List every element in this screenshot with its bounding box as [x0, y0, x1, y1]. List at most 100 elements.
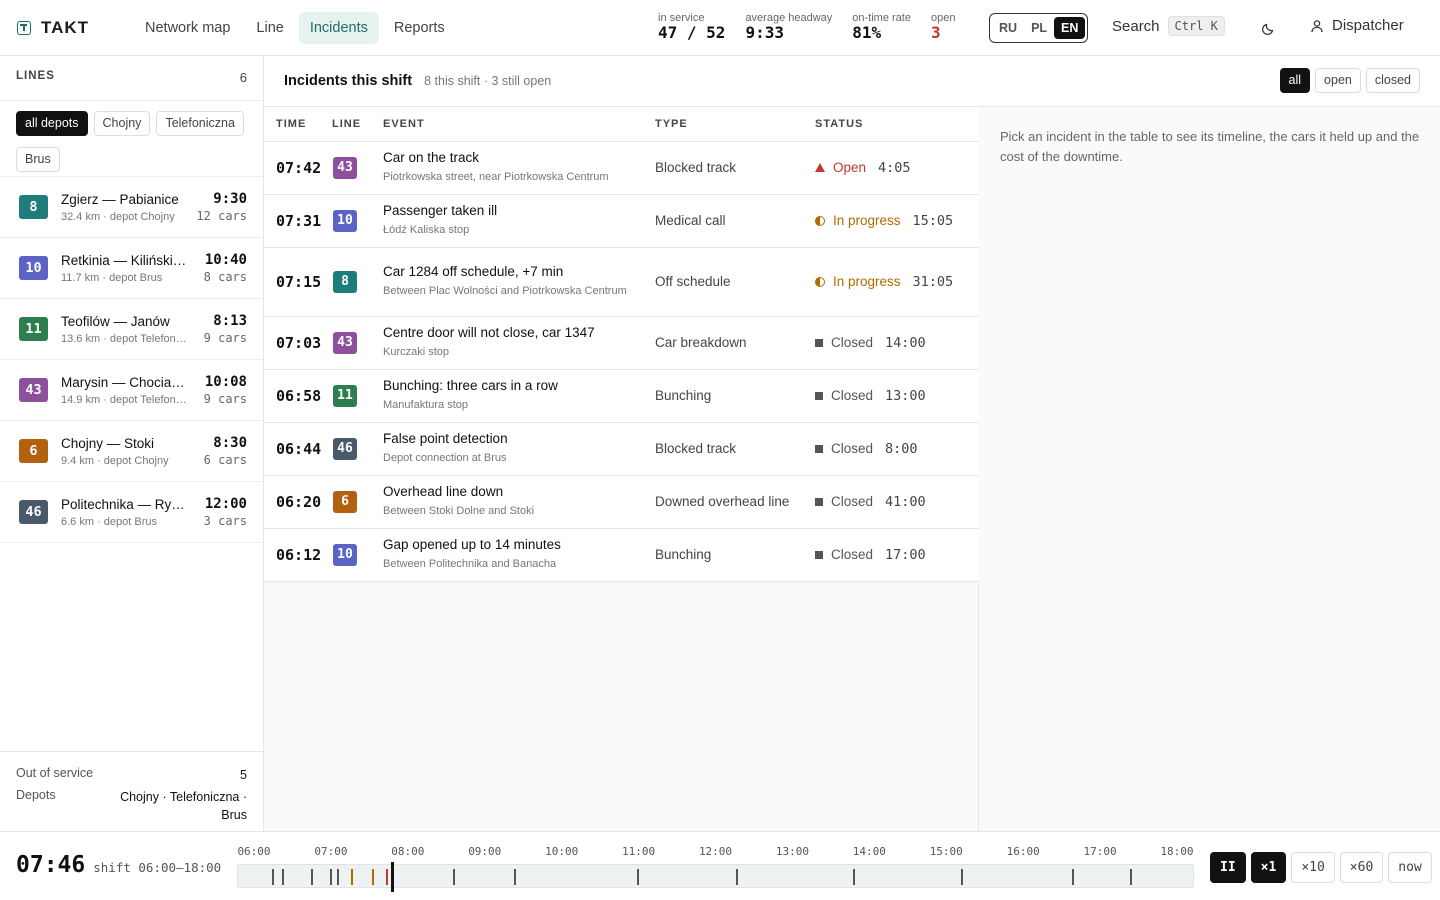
- shift-range: shift 06:00–18:00: [93, 860, 222, 875]
- sidebar-item-line-43[interactable]: 43 Marysin — Chocianowice 14.9 km · depot …: [0, 360, 263, 421]
- timeline-tick-label: 09:00: [468, 845, 502, 858]
- incident-location: Kurczaki stop: [383, 345, 450, 358]
- sidebar-item-line-6[interactable]: 6 Chojny — Stoki 9.4 km · depot Chojny 8:30…: [0, 421, 263, 482]
- timeline-incident-mark[interactable]: [453, 869, 456, 885]
- nav-reports[interactable]: Reports: [383, 12, 456, 44]
- line-cell: 8: [332, 247, 383, 317]
- line-text: Marysin — Chocianowice 14.9 km · depot Te…: [61, 375, 187, 406]
- status-label: Closed: [831, 547, 874, 562]
- timeline-incident-mark[interactable]: [371, 869, 374, 885]
- line-badge: 43: [19, 378, 48, 402]
- filter-all[interactable]: all: [1279, 68, 1311, 93]
- depot-chip-chojny[interactable]: Chojny: [93, 111, 151, 136]
- now-button[interactable]: now: [1388, 852, 1432, 883]
- incident-location: Depot connection at Brus: [383, 451, 507, 464]
- timeline-incident-mark[interactable]: [1071, 869, 1074, 885]
- search-button[interactable]: Search Ctrl K: [1112, 16, 1225, 36]
- nav-incidents[interactable]: Incidents: [298, 11, 379, 44]
- table-row[interactable]: 07:42 43 Car on the track Piotrkowska stree…: [264, 141, 979, 195]
- status-label: Closed: [831, 335, 874, 350]
- brand[interactable]: TAKT: [17, 18, 129, 38]
- timeline-incident-mark[interactable]: [329, 869, 332, 885]
- nav-line[interactable]: Line: [245, 12, 294, 44]
- page-subtitle: 8 this shift · 3 still open: [424, 74, 552, 88]
- table-row[interactable]: 06:58 11 Bunching: three cars in a row Manu…: [264, 369, 979, 423]
- line-name: Retkinia — Kilińskiego: [61, 252, 187, 268]
- user-icon: [1311, 19, 1323, 32]
- depot-chip-telefoniczna[interactable]: Telefoniczna: [156, 111, 244, 136]
- timeline-playhead[interactable]: [390, 862, 394, 892]
- sidebar-item-line-10[interactable]: 10 Retkinia — Kilińskiego 11.7 km · depot …: [0, 238, 263, 299]
- out-of-service-label: Out of service: [16, 766, 94, 780]
- timeline-incident-mark[interactable]: [1130, 869, 1133, 885]
- type-cell: Blocked track: [655, 422, 815, 476]
- table-row[interactable]: 06:12 10 Gap opened up to 14 minutes Betwee…: [264, 528, 979, 582]
- depot-chip-brus[interactable]: Brus: [16, 147, 60, 172]
- table-row[interactable]: 07:31 10 Passenger taken ill Łódź Kaliska s…: [264, 194, 979, 248]
- in-progress-icon: [815, 276, 825, 287]
- timeline-incident-mark[interactable]: [853, 869, 856, 885]
- speed-x1-button[interactable]: ×1: [1250, 852, 1287, 883]
- time-cell: 06:44: [264, 422, 332, 476]
- timeline-incident-mark[interactable]: [961, 869, 964, 885]
- timeline-tick-label: 16:00: [1006, 845, 1040, 858]
- status-cell: In progress 31:05: [815, 247, 979, 317]
- incident-location: Łódź Kaliska stop: [383, 223, 470, 236]
- lang-en[interactable]: EN: [1054, 17, 1086, 39]
- timeline-incident-mark[interactable]: [736, 869, 739, 885]
- table-row[interactable]: 06:20 6 Overhead line down Between Stoki Do…: [264, 475, 979, 529]
- closed-square-icon: [815, 338, 823, 347]
- depots-label: Depots: [16, 788, 56, 802]
- pause-button[interactable]: II: [1210, 852, 1246, 883]
- filter-open[interactable]: open: [1315, 68, 1361, 93]
- time-cell: 07:31: [264, 194, 332, 248]
- table-row[interactable]: 07:15 8 Car 1284 off schedule, +7 min Betwe…: [264, 247, 979, 317]
- speed-x10-button[interactable]: ×10: [1291, 852, 1335, 883]
- lang-ru[interactable]: RU: [992, 17, 1024, 39]
- incident-duration: 13:00: [885, 387, 926, 404]
- timeline-incident-mark[interactable]: [311, 869, 314, 885]
- status-cell: Open 4:05: [815, 141, 979, 195]
- nav-network-map[interactable]: Network map: [134, 12, 241, 44]
- status-cell: Closed 13:00: [815, 369, 979, 423]
- status-label: Closed: [831, 388, 874, 403]
- table-row[interactable]: 07:03 43 Centre door will not close, car 1…: [264, 316, 979, 370]
- timeline-incident-mark[interactable]: [637, 869, 640, 885]
- line-stats: 8:13 9 cars: [204, 313, 247, 345]
- incident-type: Downed overhead line: [655, 494, 790, 509]
- brand-name: TAKT: [41, 17, 90, 37]
- sidebar-item-line-8[interactable]: 8 Zgierz — Pabianice 32.4 km · depot Chojn…: [0, 177, 263, 238]
- timeline-incident-mark[interactable]: [351, 869, 354, 885]
- detail-hint: Pick an incident in the table to see its…: [1000, 129, 1420, 164]
- speed-x60-button[interactable]: ×60: [1339, 852, 1384, 883]
- line-cars: 3 cars: [203, 514, 247, 528]
- user-menu[interactable]: Dispatcher: [1310, 17, 1404, 34]
- filter-closed[interactable]: closed: [1365, 68, 1420, 93]
- table-header-row: TIME LINE EVENT TYPE STATUS: [264, 107, 979, 142]
- timeline-track[interactable]: [237, 862, 1194, 892]
- clock: 07:46 shift 06:00–18:00: [16, 852, 221, 878]
- event-cell: False point detection Depot connection at…: [383, 422, 655, 476]
- lang-pl[interactable]: PL: [1024, 17, 1054, 39]
- timeline-incident-mark[interactable]: [337, 869, 340, 885]
- incident-duration: 14:00: [885, 334, 926, 351]
- timeline-incident-mark[interactable]: [514, 869, 517, 885]
- table-row[interactable]: 06:44 46 False point detection Depot connec…: [264, 422, 979, 476]
- timeline-incident-mark[interactable]: [271, 869, 274, 885]
- sidebar-item-line-11[interactable]: 11 Teofilów — Janów 13.6 km · depot Telefo…: [0, 299, 263, 360]
- incident-title: False point detection: [383, 430, 508, 446]
- sidebar-item-line-46[interactable]: 46 Politechnika — Rynek 6.6 km · depot Bru…: [0, 482, 263, 543]
- moon-icon[interactable]: [1261, 20, 1277, 36]
- depot-chip-all-depots[interactable]: all depots: [16, 111, 88, 136]
- type-cell: Downed overhead line: [655, 475, 815, 529]
- incident-type: Bunching: [655, 547, 712, 562]
- timeline-incident-mark[interactable]: [385, 869, 388, 885]
- time-cell: 07:03: [264, 316, 332, 370]
- line-meta: 11.7 km · depot Brus: [61, 271, 163, 284]
- timeline-incident-mark[interactable]: [281, 869, 284, 885]
- event-cell: Overhead line down Between Stoki Dolne an…: [383, 475, 655, 529]
- status-label: Open: [833, 160, 867, 175]
- status-badge: Closed 17:00: [815, 547, 979, 563]
- timeline-tick-label: 11:00: [622, 845, 656, 858]
- incident-location: Between Stoki Dolne and Stoki: [383, 504, 535, 517]
